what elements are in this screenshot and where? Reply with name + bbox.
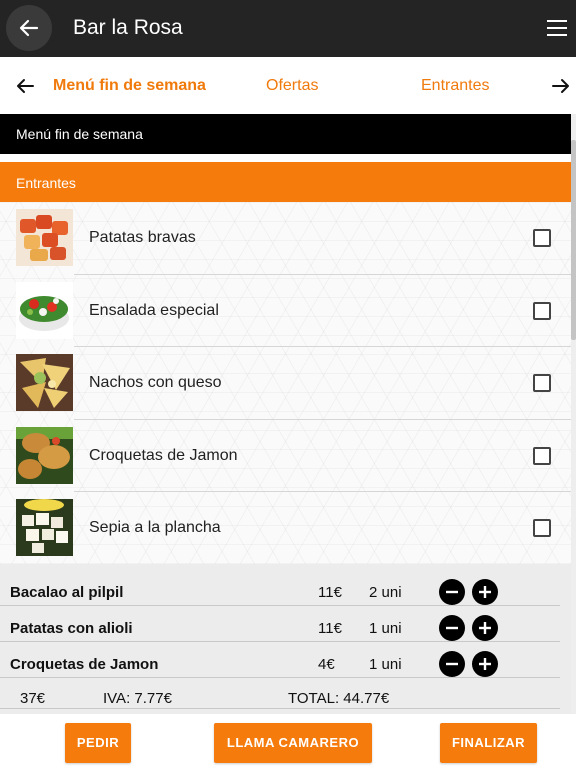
category-tabs: Menú fin de semana Ofertas Entrantes [0, 57, 576, 114]
dish-checkbox[interactable] [533, 446, 551, 465]
order-item-qty: 2 uni [369, 584, 402, 601]
plus-circle-icon[interactable] [472, 615, 498, 641]
plus-circle-icon[interactable] [472, 579, 498, 605]
subtotal: 37€ [20, 690, 46, 707]
dish-photo [16, 281, 73, 339]
hamburger-icon[interactable] [547, 20, 567, 36]
order-row: Croquetas de Jamon 4€ 1 uni [0, 642, 576, 678]
dish-row[interactable]: Nachos con queso [0, 347, 571, 420]
dish-photo [16, 354, 73, 411]
llama-camarero-button[interactable]: LLAMA CAMARERO [214, 723, 372, 763]
iva-amount: IVA: 7.77€ [103, 690, 172, 707]
plus-circle-icon[interactable] [472, 651, 498, 677]
order-row: Patatas con alioli 11€ 1 uni [0, 606, 576, 642]
order-item-price: 11€ [318, 620, 342, 637]
dish-list: Patatas bravas Ensalada especial Nachos … [0, 202, 571, 564]
dish-checkbox[interactable] [533, 229, 551, 247]
tab-ofertas[interactable]: Ofertas [266, 77, 318, 95]
minus-circle-icon[interactable] [439, 651, 465, 677]
order-item-qty: 1 uni [369, 620, 402, 637]
arrow-left-icon [19, 19, 39, 37]
dish-photo [16, 499, 73, 556]
minus-circle-icon[interactable] [439, 615, 465, 641]
dish-photo [16, 209, 73, 266]
dish-checkbox[interactable] [533, 519, 551, 537]
dish-name: Sepia a la plancha [89, 519, 221, 536]
order-item-name: Bacalao al pilpil [10, 584, 124, 601]
scrollbar-thumb[interactable] [571, 140, 576, 340]
order-summary: Bacalao al pilpil 11€ 2 uni Patatas con … [0, 564, 576, 714]
order-totals: 37€ IVA: 7.77€ TOTAL: 44.77€ [0, 678, 576, 714]
dish-name: Ensalada especial [89, 301, 219, 319]
order-item-qty: 1 uni [369, 656, 402, 673]
order-item-price: 4€ [318, 656, 335, 673]
order-row: Bacalao al pilpil 11€ 2 uni [0, 570, 576, 606]
dish-checkbox[interactable] [533, 301, 551, 320]
dish-photo [16, 426, 73, 484]
dish-row[interactable]: Croquetas de Jamon [0, 420, 571, 492]
back-button[interactable] [6, 5, 52, 51]
dish-checkbox[interactable] [533, 374, 551, 392]
tab-entrantes[interactable]: Entrantes [421, 77, 489, 95]
tab-menu-fin-de-semana[interactable]: Menú fin de semana [53, 77, 206, 95]
action-footer: PEDIR LLAMA CAMARERO FINALIZAR [0, 714, 576, 768]
dish-row[interactable]: Sepia a la plancha [0, 492, 571, 564]
app-bar: Bar la Rosa [0, 0, 576, 57]
app-title: Bar la Rosa [73, 16, 183, 39]
dish-name: Patatas bravas [89, 229, 196, 246]
order-item-name: Patatas con alioli [10, 620, 133, 637]
order-item-name: Croquetas de Jamon [10, 656, 159, 673]
total-amount: TOTAL: 44.77€ [288, 690, 390, 707]
menu-section-header: Menú fin de semana [0, 114, 571, 154]
pedir-button[interactable]: PEDIR [65, 723, 131, 763]
finalizar-button[interactable]: FINALIZAR [440, 723, 537, 763]
dish-name: Nachos con queso [89, 374, 222, 391]
dish-name: Croquetas de Jamon [89, 446, 238, 464]
minus-circle-icon[interactable] [439, 579, 465, 605]
dish-row[interactable]: Ensalada especial [0, 275, 571, 347]
tabs-prev-arrow-icon[interactable] [15, 76, 35, 96]
dish-row[interactable]: Patatas bravas [0, 202, 571, 275]
category-header: Entrantes [0, 162, 571, 202]
tabs-next-arrow-icon[interactable] [551, 76, 571, 96]
order-item-price: 11€ [318, 584, 342, 601]
